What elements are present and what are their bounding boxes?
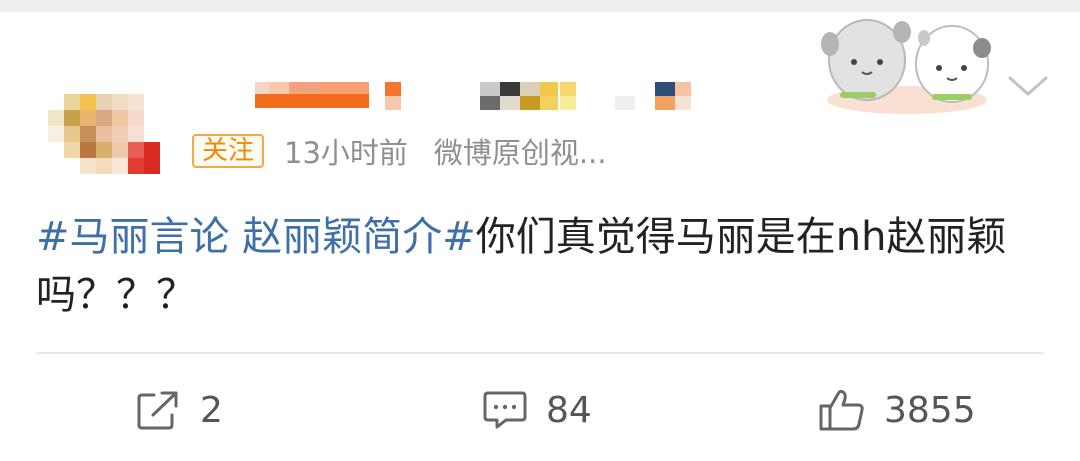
user-avatar[interactable] <box>48 94 160 174</box>
like-count: 3855 <box>884 389 976 431</box>
sticker-image <box>812 8 1012 116</box>
post-meta-row: 关注 13小时前 微博原创视... <box>192 130 607 172</box>
hashtag-link[interactable]: #马丽言论 赵丽颖简介# <box>36 214 476 260</box>
thumbs-up-icon <box>818 388 866 432</box>
comment-icon <box>482 389 528 431</box>
repost-count: 2 <box>200 389 223 431</box>
repost-button[interactable]: 2 <box>136 386 223 434</box>
comment-button[interactable]: 84 <box>482 386 592 434</box>
post-time: 13小时前 <box>284 136 408 170</box>
post-body: #马丽言论 赵丽颖简介#你们真觉得马丽是在nh赵丽颖吗？？？ <box>36 208 1036 324</box>
post-source[interactable]: 微博原创视... <box>434 130 607 172</box>
share-icon <box>136 389 182 431</box>
comment-count: 84 <box>546 389 592 431</box>
divider <box>36 352 1044 354</box>
like-button[interactable]: 3855 <box>818 386 976 434</box>
chevron-down-icon[interactable] <box>1006 70 1050 100</box>
follow-button[interactable]: 关注 <box>192 134 265 168</box>
username-redacted[interactable] <box>255 78 715 112</box>
